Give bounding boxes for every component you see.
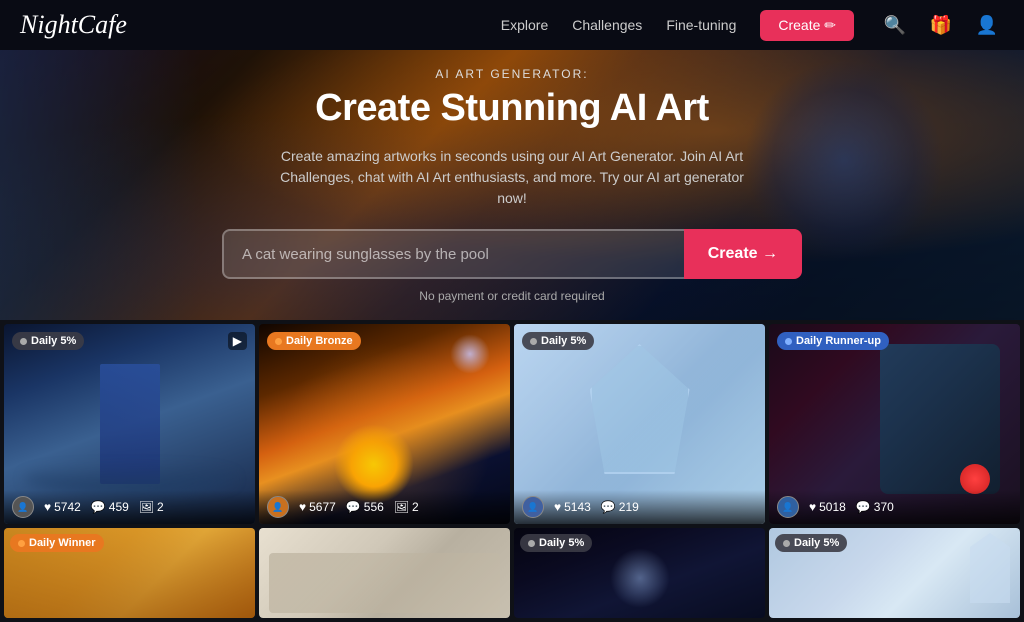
comments-count-4: 370: [874, 500, 894, 514]
search-icon: 🔍: [884, 15, 906, 36]
likes-count-2: 5677: [309, 500, 336, 514]
search-button[interactable]: 🔍: [878, 8, 912, 42]
gallery-item-7[interactable]: Daily 5%: [514, 528, 765, 618]
gallery-item-8[interactable]: Daily 5%: [769, 528, 1020, 618]
profile-icon: 👤: [976, 15, 998, 36]
hero-title: Create Stunning AI Art: [0, 87, 1024, 130]
images-count-2: 2: [412, 500, 419, 514]
badge-label-8: Daily 5%: [794, 537, 839, 549]
avatar-3: 👤: [522, 496, 544, 518]
comments-2: 💬 556: [346, 500, 384, 514]
gallery-row-2: Daily Winner Daily 5%: [4, 528, 1020, 618]
comment-icon-4: 💬: [856, 500, 871, 514]
badge-dot-4: [785, 338, 792, 345]
comments-count-3: 219: [619, 500, 639, 514]
comments-count-1: 459: [109, 500, 129, 514]
likes-count-1: 5742: [54, 500, 81, 514]
gift-icon: 🎁: [930, 15, 952, 36]
comment-icon-1: 💬: [91, 500, 106, 514]
likes-3: ♥ 5143: [554, 500, 591, 514]
gallery-item-4[interactable]: Daily Runner-up 👤 ♥ 5018 💬 370: [769, 324, 1020, 524]
likes-2: ♥ 5677: [299, 500, 336, 514]
badge-dot-1: [20, 338, 27, 345]
likes-count-3: 5143: [564, 500, 591, 514]
nav-link-fine-tuning[interactable]: Fine-tuning: [666, 17, 736, 33]
nav-links: Explore Challenges Fine-tuning Create ✏ …: [501, 8, 1004, 42]
image-icon-2: 🖼: [394, 500, 409, 514]
brand-logo[interactable]: NightCafe: [20, 10, 127, 40]
hero-search-bar: Create →: [222, 229, 802, 279]
create-nav-button[interactable]: Create ✏: [760, 10, 854, 41]
nav-link-challenges[interactable]: Challenges: [572, 17, 642, 33]
likes-count-4: 5018: [819, 500, 846, 514]
gallery-item-1[interactable]: Daily 5% ▶ 👤 ♥ 5742 💬 459 🖼 2: [4, 324, 255, 524]
video-icon-1: ▶: [228, 332, 247, 350]
nav-link-explore[interactable]: Explore: [501, 17, 548, 33]
avatar-2: 👤: [267, 496, 289, 518]
badge-label-7: Daily 5%: [539, 537, 584, 549]
images-2: 🖼 2: [394, 500, 419, 514]
badge-label-2: Daily Bronze: [286, 335, 353, 347]
avatar-1: 👤: [12, 496, 34, 518]
hero-subtitle: AI ART GENERATOR:: [0, 67, 1024, 81]
badge-daily-5-3: Daily 5%: [522, 332, 594, 350]
comments-count-2: 556: [364, 500, 384, 514]
comment-icon-2: 💬: [346, 500, 361, 514]
badge-bronze-2: Daily Bronze: [267, 332, 361, 350]
badge-daily-5-8: Daily 5%: [775, 534, 847, 552]
badge-dot-3: [530, 338, 537, 345]
gallery-item-5[interactable]: Daily Winner: [4, 528, 255, 618]
gallery-item-3[interactable]: Daily 5% 👤 ♥ 5143 💬 219: [514, 324, 765, 524]
likes-4: ♥ 5018: [809, 500, 846, 514]
images-1: 🖼 2: [139, 500, 164, 514]
heart-icon-4: ♥: [809, 500, 816, 514]
comments-3: 💬 219: [601, 500, 639, 514]
gift-button[interactable]: 🎁: [924, 8, 958, 42]
badge-dot-5: [18, 540, 25, 547]
badge-label-1: Daily 5%: [31, 335, 76, 347]
badge-dot-7: [528, 540, 535, 547]
heart-icon-1: ♥: [44, 500, 51, 514]
hero-note: No payment or credit card required: [0, 289, 1024, 303]
badge-label-4: Daily Runner-up: [796, 335, 881, 347]
badge-label-5: Daily Winner: [29, 537, 96, 549]
navbar: NightCafe Explore Challenges Fine-tuning…: [0, 0, 1024, 50]
badge-dot-8: [783, 540, 790, 547]
badge-label-3: Daily 5%: [541, 335, 586, 347]
gallery-item-2[interactable]: Daily Bronze 👤 ♥ 5677 💬 556 🖼 2: [259, 324, 510, 524]
stats-bar-3: 👤 ♥ 5143 💬 219: [514, 490, 765, 524]
badge-runner-up-4: Daily Runner-up: [777, 332, 889, 350]
stats-bar-2: 👤 ♥ 5677 💬 556 🖼 2: [259, 490, 510, 524]
avatar-4: 👤: [777, 496, 799, 518]
nav-icon-group: 🔍 🎁 👤: [878, 8, 1004, 42]
comment-icon-3: 💬: [601, 500, 616, 514]
prompt-input[interactable]: [222, 229, 684, 279]
badge-daily-5-1: Daily 5%: [12, 332, 84, 350]
images-count-1: 2: [157, 500, 164, 514]
heart-icon-3: ♥: [554, 500, 561, 514]
create-hero-button[interactable]: Create →: [684, 229, 802, 279]
likes-1: ♥ 5742: [44, 500, 81, 514]
hero-content: AI ART GENERATOR: Create Stunning AI Art…: [0, 67, 1024, 303]
stats-bar-1: 👤 ♥ 5742 💬 459 🖼 2: [4, 490, 255, 524]
gallery-item-6[interactable]: [259, 528, 510, 618]
comments-4: 💬 370: [856, 500, 894, 514]
badge-dot-2: [275, 338, 282, 345]
stats-bar-4: 👤 ♥ 5018 💬 370: [769, 490, 1020, 524]
gallery: Daily 5% ▶ 👤 ♥ 5742 💬 459 🖼 2: [0, 320, 1024, 622]
badge-winner-5: Daily Winner: [10, 534, 104, 552]
gallery-row-1: Daily 5% ▶ 👤 ♥ 5742 💬 459 🖼 2: [4, 324, 1020, 524]
badge-daily-5-7: Daily 5%: [520, 534, 592, 552]
hero-section: AI ART GENERATOR: Create Stunning AI Art…: [0, 50, 1024, 320]
profile-button[interactable]: 👤: [970, 8, 1004, 42]
heart-icon-2: ♥: [299, 500, 306, 514]
comments-1: 💬 459: [91, 500, 129, 514]
image-icon-1: 🖼: [139, 500, 154, 514]
hero-description: Create amazing artworks in seconds using…: [272, 146, 752, 209]
